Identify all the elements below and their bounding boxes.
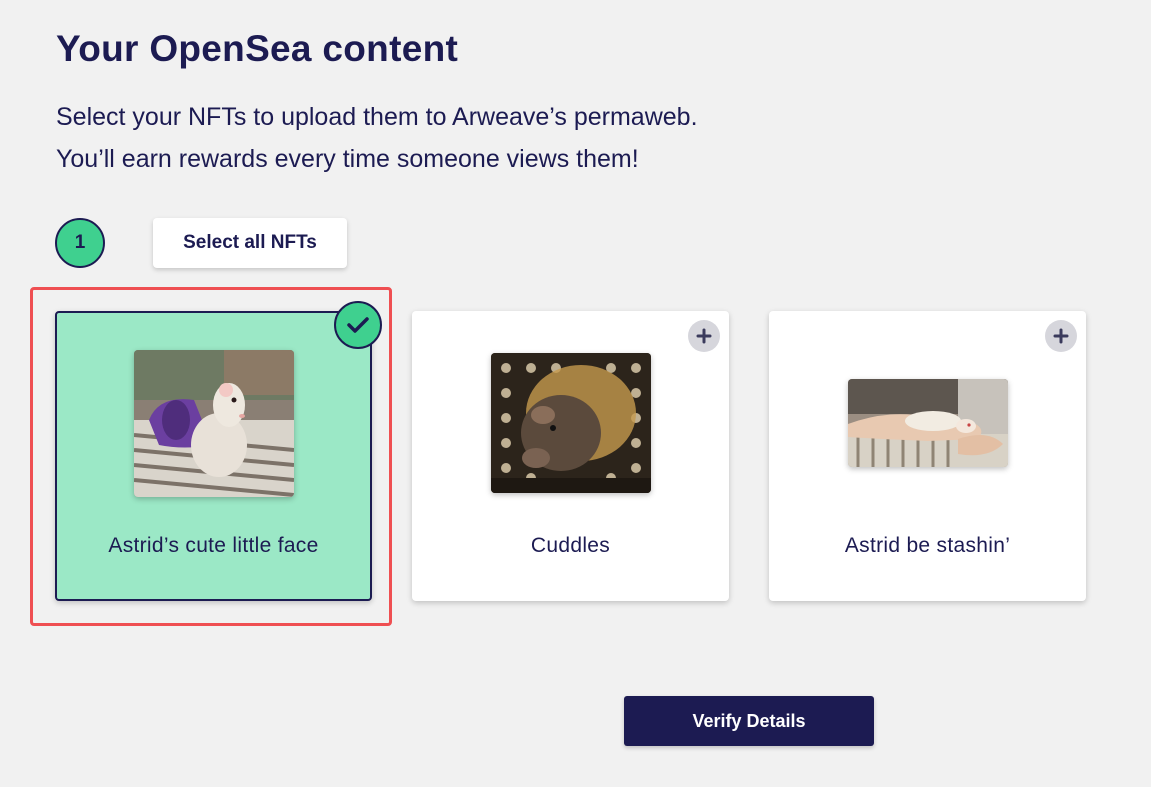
nft-name-label: Astrid be stashin’	[844, 534, 1011, 557]
nft-thumbnail-image	[134, 350, 294, 497]
step-number-badge: 1	[55, 218, 105, 268]
nft-name-label: Cuddles	[530, 534, 611, 557]
description-line-1: Select your NFTs to upload them to Arwea…	[56, 103, 698, 131]
rat-photo-image	[848, 379, 1008, 467]
verify-details-button[interactable]: Verify Details	[624, 696, 874, 746]
description-line-2: You’ll earn rewards every time someone v…	[56, 145, 639, 173]
plus-glyph	[1053, 328, 1069, 344]
checkmark-glyph	[347, 317, 369, 333]
check-icon[interactable]	[334, 301, 382, 349]
rat-photo-image	[491, 353, 651, 493]
plus-icon[interactable]	[1045, 320, 1077, 352]
page-description: Select your NFTs to upload them to Arwea…	[56, 96, 698, 180]
nft-thumbnail-image	[848, 379, 1008, 467]
plus-icon[interactable]	[688, 320, 720, 352]
nft-thumbnail-image	[491, 353, 651, 493]
nft-card-astrids-cute-little-face[interactable]: Astrid’s cute little face	[55, 301, 382, 601]
select-all-nfts-button[interactable]: Select all NFTs	[153, 218, 347, 268]
rat-photo-image	[134, 350, 294, 497]
nft-name-label: Astrid’s cute little face	[108, 534, 319, 557]
plus-glyph	[696, 328, 712, 344]
page-title: Your OpenSea content	[56, 28, 459, 69]
nft-card-cuddles[interactable]: Cuddles	[412, 311, 729, 601]
nft-card-astrid-be-stashin[interactable]: Astrid be stashin’	[769, 311, 1086, 601]
page: Your OpenSea content Select your NFTs to…	[0, 0, 1151, 787]
